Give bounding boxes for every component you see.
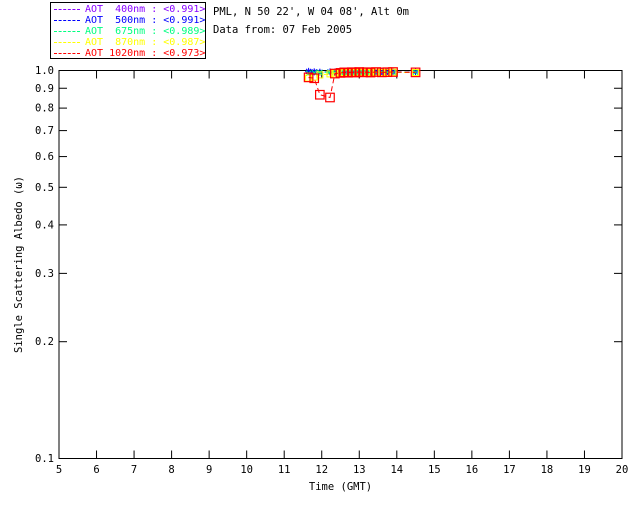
- x-tick-label: 10: [240, 464, 253, 476]
- x-tick-label: 9: [206, 464, 212, 476]
- y-tick-label: 0.3: [35, 268, 54, 280]
- x-tick-label: 7: [131, 464, 137, 476]
- y-tick-label: 0.9: [35, 83, 54, 95]
- y-tick-label: 0.7: [35, 125, 54, 137]
- x-tick-label: 11: [278, 464, 291, 476]
- data-point-marker: [316, 90, 325, 99]
- x-tick-label: 14: [390, 464, 403, 476]
- y-tick-label: 0.4: [35, 219, 54, 231]
- x-tick-label: 19: [578, 464, 591, 476]
- x-tick-label: 13: [353, 464, 366, 476]
- x-tick-label: 15: [428, 464, 441, 476]
- y-tick-label: 0.8: [35, 103, 54, 115]
- y-tick-label: 0.5: [35, 182, 54, 194]
- y-tick-label: 0.6: [35, 151, 54, 163]
- x-tick-label: 18: [541, 464, 554, 476]
- y-tick-label: 0.2: [35, 336, 54, 348]
- ssa-chart: 5 6 7 8 9 10 11 12 13 14 15 16 17 18 19 20 1.0 0.9 0.8 0.7 0…: [0, 0, 640, 512]
- x-tick-label: 12: [315, 464, 328, 476]
- x-tick-label: 17: [503, 464, 516, 476]
- x-tick-label: 20: [616, 464, 629, 476]
- x-tick-label: 8: [168, 464, 174, 476]
- y-tick-label: 1.0: [35, 65, 54, 77]
- y-tick-label: 0.1: [35, 453, 54, 465]
- x-axis-title: Time (GMT): [309, 481, 372, 493]
- x-tick-label: 5: [56, 464, 62, 476]
- x-tick-label: 16: [466, 464, 479, 476]
- ssa-plot-window: { "header": { "location_line": "PML, N 5…: [0, 0, 640, 512]
- plot-frame: [59, 71, 622, 459]
- y-axis-title: Single Scattering Albedo (ω): [13, 176, 25, 353]
- x-tick-label: 6: [93, 464, 99, 476]
